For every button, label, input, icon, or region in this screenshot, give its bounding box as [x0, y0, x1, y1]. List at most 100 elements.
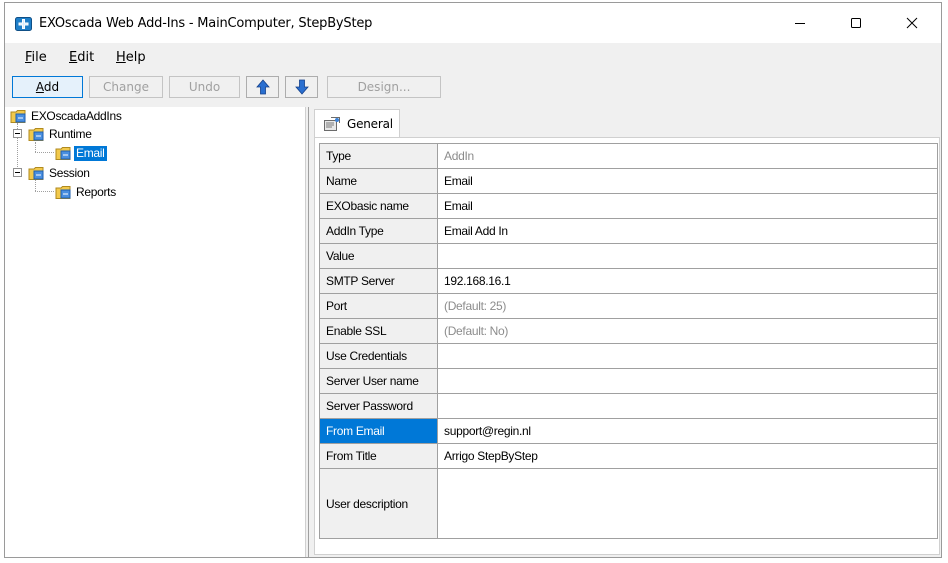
menu-file[interactable]: File — [25, 50, 47, 65]
addin-folder-icon — [10, 109, 26, 123]
property-name[interactable]: User description — [319, 468, 438, 539]
move-down-button[interactable] — [285, 76, 318, 98]
arrow-down-icon — [294, 79, 309, 95]
property-value[interactable] — [437, 368, 938, 394]
property-value[interactable]: Email — [437, 193, 938, 219]
addin-folder-icon — [55, 146, 71, 160]
property-value[interactable] — [437, 243, 938, 269]
property-row[interactable]: Port (Default: 25) — [319, 293, 938, 319]
property-row[interactable]: SMTP Server 192.168.16.1 — [319, 268, 938, 294]
property-value[interactable]: Email Add In — [437, 218, 938, 244]
tree-node-email[interactable]: Email — [55, 145, 107, 161]
property-name[interactable]: Enable SSL — [319, 318, 438, 344]
property-name[interactable]: Name — [319, 168, 438, 194]
tree-node-runtime[interactable]: Runtime — [28, 126, 94, 142]
toolbar: Add Change Undo Design... — [5, 75, 941, 101]
tree-connector — [35, 180, 36, 191]
tree-label-runtime: Runtime — [49, 126, 92, 141]
menu-help-mnemonic: H — [116, 50, 126, 65]
property-value[interactable]: Arrigo StepByStep — [437, 443, 938, 469]
property-value[interactable]: 192.168.16.1 — [437, 268, 938, 294]
tree-connector — [35, 142, 36, 152]
property-row[interactable]: Enable SSL (Default: No) — [319, 318, 938, 344]
menu-bar: File Edit Help — [5, 43, 941, 71]
title-bar[interactable]: EXOscada Web Add-Ins - MainComputer, Ste… — [5, 3, 941, 43]
arrow-up-icon — [255, 79, 270, 95]
app-window: EXOscada Web Add-Ins - MainComputer, Ste… — [4, 2, 942, 558]
tree-node-session[interactable]: Session — [28, 165, 92, 181]
tree-label-session: Session — [49, 165, 90, 180]
properties-pane: General Type AddIn Name Email EXObasic name E… — [309, 107, 941, 557]
tree-connector — [35, 152, 54, 153]
property-grid: Type AddIn Name Email EXObasic name Email AddI… — [319, 143, 938, 539]
property-name[interactable]: EXObasic name — [319, 193, 438, 219]
menu-edit-mnemonic: E — [69, 50, 78, 65]
collapse-icon[interactable] — [13, 168, 22, 177]
addin-folder-icon — [55, 185, 71, 199]
add-button-label: dd — [43, 80, 60, 94]
property-value[interactable] — [437, 343, 938, 369]
property-row[interactable]: Server Password — [319, 393, 938, 419]
properties-icon — [324, 117, 340, 131]
menu-help[interactable]: Help — [116, 50, 146, 65]
tree-label-reports: Reports — [76, 184, 116, 199]
property-row[interactable]: User description — [319, 468, 938, 539]
property-name[interactable]: SMTP Server — [319, 268, 438, 294]
menu-edit[interactable]: Edit — [69, 50, 94, 65]
property-row[interactable]: From Email support@regin.nl — [319, 418, 938, 444]
tree-node-reports[interactable]: Reports — [55, 184, 118, 200]
property-name[interactable]: From Email — [319, 418, 438, 444]
property-row[interactable]: Type AddIn — [319, 143, 938, 169]
app-icon — [15, 17, 32, 31]
minimize-icon — [795, 23, 805, 24]
property-value[interactable]: (Default: 25) — [437, 293, 938, 319]
tree-connector — [35, 191, 54, 192]
property-row[interactable]: Server User name — [319, 368, 938, 394]
tree-label-email: Email — [74, 145, 107, 161]
property-value[interactable]: support@regin.nl — [437, 418, 938, 444]
property-name[interactable]: Server User name — [319, 368, 438, 394]
tab-general-label: General — [347, 117, 393, 131]
property-row[interactable]: AddIn Type Email Add In — [319, 218, 938, 244]
close-button[interactable] — [889, 3, 935, 43]
add-button[interactable]: Add — [12, 76, 83, 98]
property-name[interactable]: From Title — [319, 443, 438, 469]
maximize-button[interactable] — [833, 3, 879, 43]
property-row[interactable]: EXObasic name Email — [319, 193, 938, 219]
property-value[interactable]: AddIn — [437, 143, 938, 169]
menu-edit-label: dit — [77, 50, 95, 65]
property-value[interactable]: (Default: No) — [437, 318, 938, 344]
menu-file-label: ile — [31, 50, 47, 65]
property-row[interactable]: Value — [319, 243, 938, 269]
property-row[interactable]: From Title Arrigo StepByStep — [319, 443, 938, 469]
move-up-button[interactable] — [246, 76, 279, 98]
property-name[interactable]: AddIn Type — [319, 218, 438, 244]
addin-folder-icon — [28, 166, 44, 180]
close-icon — [906, 17, 918, 29]
property-row[interactable]: Name Email — [319, 168, 938, 194]
menu-help-label: elp — [125, 50, 146, 65]
minimize-button[interactable] — [777, 3, 823, 43]
property-value[interactable] — [437, 468, 938, 539]
undo-button[interactable]: Undo — [169, 76, 240, 98]
property-name[interactable]: Type — [319, 143, 438, 169]
property-name[interactable]: Port — [319, 293, 438, 319]
tree-label-root: EXOscadaAddIns — [31, 108, 122, 123]
collapse-icon[interactable] — [13, 129, 22, 138]
design-button[interactable]: Design... — [327, 76, 441, 98]
change-button[interactable]: Change — [89, 76, 163, 98]
maximize-icon — [851, 18, 861, 28]
add-button-mnemonic: A — [35, 80, 44, 94]
property-name[interactable]: Value — [319, 243, 438, 269]
property-row[interactable]: Use Credentials — [319, 343, 938, 369]
addin-folder-icon — [28, 127, 44, 141]
property-name[interactable]: Server Password — [319, 393, 438, 419]
general-tab-page: Type AddIn Name Email EXObasic name Email AddI… — [314, 137, 940, 555]
tab-general[interactable]: General — [314, 109, 400, 137]
window-title: EXOscada Web Add-Ins - MainComputer, Ste… — [39, 16, 373, 31]
addins-tree[interactable]: EXOscadaAddIns Runtime Email Session Rep… — [5, 107, 305, 557]
tree-node-root[interactable]: EXOscadaAddIns — [10, 108, 124, 124]
property-value[interactable]: Email — [437, 168, 938, 194]
property-value[interactable] — [437, 393, 938, 419]
property-name[interactable]: Use Credentials — [319, 343, 438, 369]
